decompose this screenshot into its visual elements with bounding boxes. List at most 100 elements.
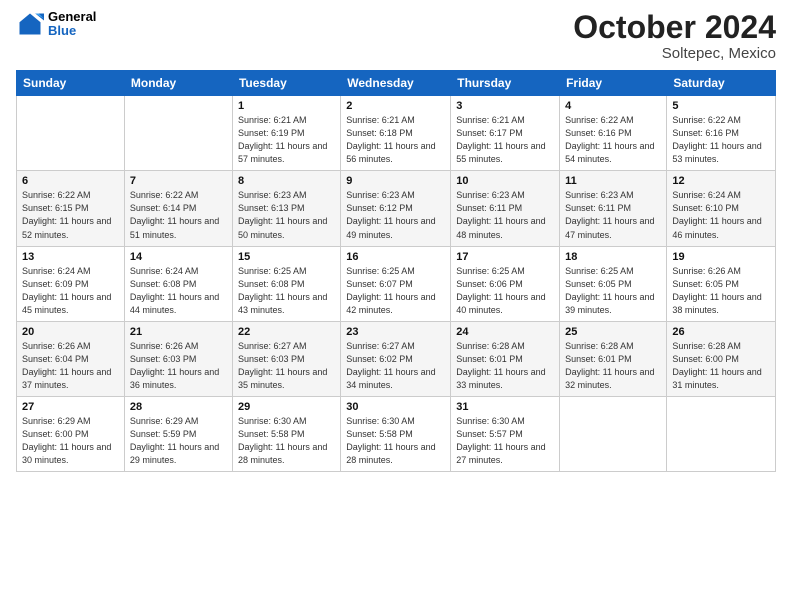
day-info: Sunrise: 6:28 AMSunset: 6:01 PMDaylight:… xyxy=(565,340,661,392)
month-year: October 2024 xyxy=(573,10,776,45)
day-number: 27 xyxy=(22,401,119,413)
sunset-text: Sunset: 6:09 PM xyxy=(22,278,119,291)
sunrise-text: Sunrise: 6:22 AM xyxy=(22,189,119,202)
day-number: 25 xyxy=(565,326,661,338)
daylight-text: Daylight: 11 hours and 45 minutes. xyxy=(22,291,119,317)
daylight-text: Daylight: 11 hours and 46 minutes. xyxy=(672,215,770,241)
calendar-cell-w2-d4: 10 Sunrise: 6:23 AMSunset: 6:11 PMDayligh… xyxy=(451,171,560,246)
logo: General Blue xyxy=(16,10,96,39)
col-thursday: Thursday xyxy=(451,71,560,96)
sunrise-text: Sunrise: 6:27 AM xyxy=(238,340,335,353)
day-number: 7 xyxy=(130,175,227,187)
calendar-cell-w2-d5: 11Sunrise: 6:23 AMSunset: 6:11 PMDayligh… xyxy=(560,171,667,246)
day-info: Sunrise: 6:28 AMSunset: 6:01 PMDaylight:… xyxy=(456,340,554,392)
sunrise-text: Sunrise: 6:30 AM xyxy=(238,415,335,428)
calendar-cell-w2-d1: 7Sunrise: 6:22 AMSunset: 6:14 PMDaylight… xyxy=(124,171,232,246)
daylight-text: Daylight: 11 hours and 27 minutes. xyxy=(456,441,554,467)
sunset-text: Sunset: 6:00 PM xyxy=(672,353,770,366)
daylight-text: Daylight: 11 hours and 43 minutes. xyxy=(238,291,335,317)
daylight-text: Daylight: 11 hours and 54 minutes. xyxy=(565,140,661,166)
day-number: 23 xyxy=(346,326,445,338)
sunrise-text: Sunrise: 6:27 AM xyxy=(346,340,445,353)
day-info: Sunrise: 6:23 AMSunset: 6:11 PMDaylight:… xyxy=(456,189,554,241)
day-info: Sunrise: 6:21 AMSunset: 6:17 PMDaylight:… xyxy=(456,114,554,166)
calendar-cell-w5-d1: 28Sunrise: 6:29 AMSunset: 5:59 PMDayligh… xyxy=(124,396,232,471)
sunset-text: Sunset: 5:59 PM xyxy=(130,428,227,441)
day-info: Sunrise: 6:26 AMSunset: 6:04 PMDaylight:… xyxy=(22,340,119,392)
calendar-header-row: Sunday Monday Tuesday Wednesday Thursday… xyxy=(17,71,776,96)
sunset-text: Sunset: 6:07 PM xyxy=(346,278,445,291)
sunset-text: Sunset: 6:02 PM xyxy=(346,353,445,366)
page: General Blue October 2024 Soltepec, Mexi… xyxy=(0,0,792,612)
calendar-cell-w3-d4: 17Sunrise: 6:25 AMSunset: 6:06 PMDayligh… xyxy=(451,246,560,321)
calendar-cell-w5-d0: 27Sunrise: 6:29 AMSunset: 6:00 PMDayligh… xyxy=(17,396,125,471)
sunrise-text: Sunrise: 6:23 AM xyxy=(456,189,554,202)
day-number: 17 xyxy=(456,251,554,263)
day-number: 29 xyxy=(238,401,335,413)
calendar-cell-w1-d0 xyxy=(17,96,125,171)
sunset-text: Sunset: 6:18 PM xyxy=(346,127,445,140)
day-info: Sunrise: 6:23 AMSunset: 6:11 PMDaylight:… xyxy=(565,189,661,241)
day-info: Sunrise: 6:21 AMSunset: 6:18 PMDaylight:… xyxy=(346,114,445,166)
col-friday: Friday xyxy=(560,71,667,96)
day-number: 14 xyxy=(130,251,227,263)
logo-text: General Blue xyxy=(48,10,96,39)
calendar-cell-w1-d4: 3Sunrise: 6:21 AMSunset: 6:17 PMDaylight… xyxy=(451,96,560,171)
sunrise-text: Sunrise: 6:21 AM xyxy=(238,114,335,127)
day-info: Sunrise: 6:25 AMSunset: 6:07 PMDaylight:… xyxy=(346,265,445,317)
calendar-cell-w2-d6: 12 Sunrise: 6:24 AMSunset: 6:10 PMDayligh… xyxy=(667,171,776,246)
week-row-4: 20Sunrise: 6:26 AMSunset: 6:04 PMDayligh… xyxy=(17,321,776,396)
calendar-cell-w5-d5 xyxy=(560,396,667,471)
logo-general: General xyxy=(48,10,96,24)
daylight-text: Daylight: 11 hours and 52 minutes. xyxy=(22,215,119,241)
daylight-text: Daylight: 11 hours and 47 minutes. xyxy=(565,215,661,241)
sunset-text: Sunset: 6:04 PM xyxy=(22,353,119,366)
sunset-text: Sunset: 6:14 PM xyxy=(130,202,227,215)
sunset-text: Sunset: 6:06 PM xyxy=(456,278,554,291)
day-number: 5 xyxy=(672,100,770,112)
daylight-text: Daylight: 11 hours and 31 minutes. xyxy=(672,366,770,392)
sunset-text: Sunset: 6:12 PM xyxy=(346,202,445,215)
calendar-cell-w3-d3: 16Sunrise: 6:25 AMSunset: 6:07 PMDayligh… xyxy=(341,246,451,321)
daylight-text: Daylight: 11 hours and 35 minutes. xyxy=(238,366,335,392)
calendar-cell-w2-d3: 9Sunrise: 6:23 AMSunset: 6:12 PMDaylight… xyxy=(341,171,451,246)
week-row-3: 13Sunrise: 6:24 AMSunset: 6:09 PMDayligh… xyxy=(17,246,776,321)
sunset-text: Sunset: 6:17 PM xyxy=(456,127,554,140)
week-row-2: 6Sunrise: 6:22 AMSunset: 6:15 PMDaylight… xyxy=(17,171,776,246)
day-number: 12 xyxy=(672,175,770,187)
sunrise-text: Sunrise: 6:26 AM xyxy=(130,340,227,353)
daylight-text: Daylight: 11 hours and 38 minutes. xyxy=(672,291,770,317)
sunrise-text: Sunrise: 6:26 AM xyxy=(672,265,770,278)
sunrise-text: Sunrise: 6:28 AM xyxy=(672,340,770,353)
daylight-text: Daylight: 11 hours and 50 minutes. xyxy=(238,215,335,241)
day-info: Sunrise: 6:25 AMSunset: 6:05 PMDaylight:… xyxy=(565,265,661,317)
day-number: 31 xyxy=(456,401,554,413)
sunset-text: Sunset: 5:58 PM xyxy=(238,428,335,441)
day-info: Sunrise: 6:23 AMSunset: 6:13 PMDaylight:… xyxy=(238,189,335,241)
sunrise-text: Sunrise: 6:28 AM xyxy=(456,340,554,353)
day-info: Sunrise: 6:26 AMSunset: 6:05 PMDaylight:… xyxy=(672,265,770,317)
calendar-cell-w4-d1: 21Sunrise: 6:26 AMSunset: 6:03 PMDayligh… xyxy=(124,321,232,396)
sunrise-text: Sunrise: 6:24 AM xyxy=(22,265,119,278)
day-info: Sunrise: 6:25 AMSunset: 6:08 PMDaylight:… xyxy=(238,265,335,317)
col-sunday: Sunday xyxy=(17,71,125,96)
daylight-text: Daylight: 11 hours and 34 minutes. xyxy=(346,366,445,392)
day-number: 10 xyxy=(456,175,554,187)
daylight-text: Daylight: 11 hours and 49 minutes. xyxy=(346,215,445,241)
calendar-cell-w3-d6: 19Sunrise: 6:26 AMSunset: 6:05 PMDayligh… xyxy=(667,246,776,321)
sunrise-text: Sunrise: 6:24 AM xyxy=(672,189,770,202)
calendar-cell-w4-d5: 25 Sunrise: 6:28 AMSunset: 6:01 PMDayligh… xyxy=(560,321,667,396)
calendar-cell-w3-d1: 14Sunrise: 6:24 AMSunset: 6:08 PMDayligh… xyxy=(124,246,232,321)
sunrise-text: Sunrise: 6:22 AM xyxy=(672,114,770,127)
col-wednesday: Wednesday xyxy=(341,71,451,96)
daylight-text: Daylight: 11 hours and 37 minutes. xyxy=(22,366,119,392)
day-info: Sunrise: 6:24 AMSunset: 6:10 PMDaylight:… xyxy=(672,189,770,241)
sunset-text: Sunset: 6:01 PM xyxy=(565,353,661,366)
daylight-text: Daylight: 11 hours and 40 minutes. xyxy=(456,291,554,317)
day-info: Sunrise: 6:30 AMSunset: 5:58 PMDaylight:… xyxy=(346,415,445,467)
sunset-text: Sunset: 6:15 PM xyxy=(22,202,119,215)
daylight-text: Daylight: 11 hours and 30 minutes. xyxy=(22,441,119,467)
daylight-text: Daylight: 11 hours and 56 minutes. xyxy=(346,140,445,166)
day-info: Sunrise: 6:30 AMSunset: 5:58 PMDaylight:… xyxy=(238,415,335,467)
day-info: Sunrise: 6:27 AMSunset: 6:02 PMDaylight:… xyxy=(346,340,445,392)
